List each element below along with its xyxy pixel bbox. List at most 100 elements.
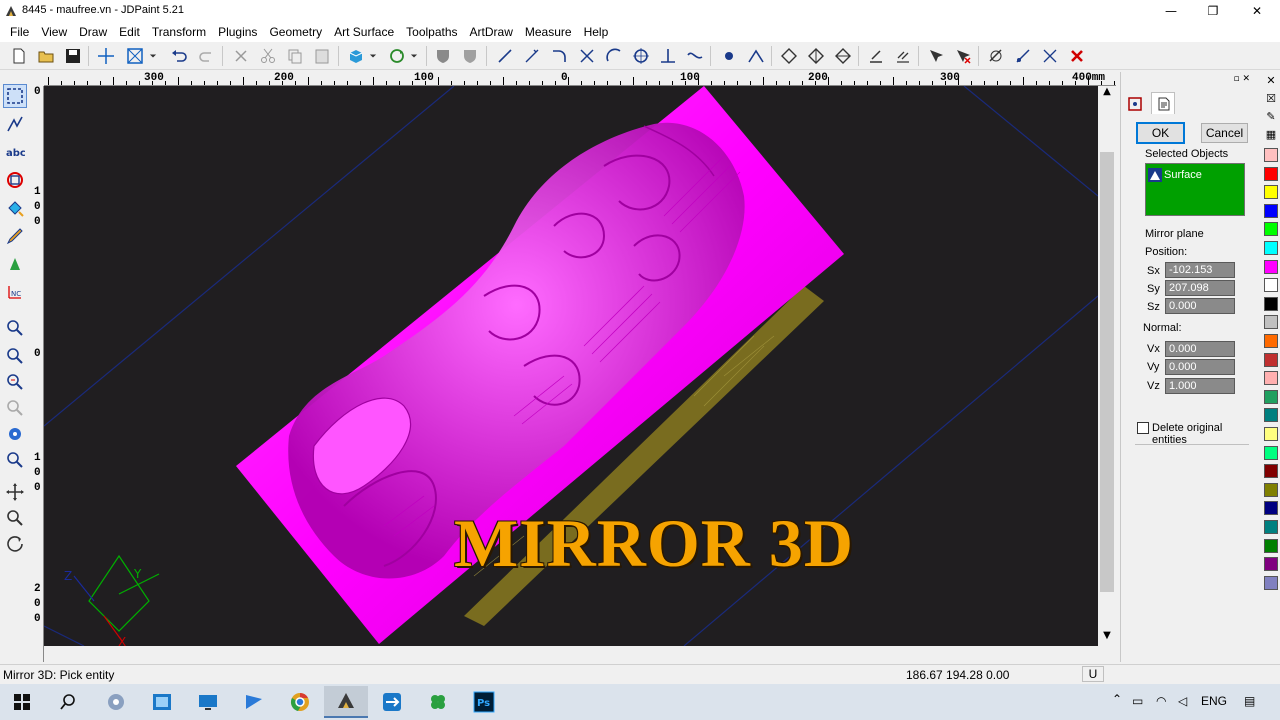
transform-c-icon[interactable] (832, 45, 854, 67)
select-tool-icon[interactable] (3, 84, 27, 108)
menu-measure[interactable]: Measure (519, 25, 578, 39)
zoom-all-icon[interactable] (3, 422, 27, 446)
sz-field[interactable]: 0.000 (1165, 298, 1235, 314)
photoshop-icon[interactable]: Ps (462, 686, 506, 718)
palette-swatch[interactable] (1264, 501, 1278, 516)
zoom-tool-icon[interactable] (3, 506, 27, 530)
selected-objects-list[interactable]: Surface (1145, 163, 1245, 216)
palette-close-box-icon[interactable]: ☒ (1264, 92, 1278, 106)
palette-swatch[interactable] (1264, 334, 1278, 348)
circle-tool-icon[interactable] (630, 45, 652, 67)
scale-3d-icon[interactable] (1012, 45, 1034, 67)
open-folder-icon[interactable] (35, 45, 57, 67)
menu-art-surface[interactable]: Art Surface (328, 25, 400, 39)
palette-swatch[interactable] (1264, 148, 1278, 162)
perpendicular-icon[interactable] (657, 45, 679, 67)
jdpaint-taskbar-icon[interactable] (324, 686, 368, 718)
panel-controls-icon[interactable]: ▫ ✕ (1233, 74, 1250, 84)
surface-tool-icon[interactable] (3, 252, 27, 276)
palette-settings-icon[interactable]: ▦ (1264, 128, 1278, 142)
palette-swatch[interactable] (1264, 408, 1278, 423)
new-file-icon[interactable] (8, 45, 30, 67)
vertical-scrollbar[interactable]: ▲ ▼ (1098, 86, 1116, 646)
palette-swatch[interactable] (1264, 185, 1278, 200)
menu-geometry[interactable]: Geometry (263, 25, 328, 39)
menu-toolpaths[interactable]: Toolpaths (400, 25, 463, 39)
zoom-previous-icon[interactable] (3, 448, 27, 472)
palette-swatch[interactable] (1264, 315, 1278, 330)
menu-transform[interactable]: Transform (146, 25, 212, 39)
palette-swatch[interactable] (1264, 427, 1278, 441)
volume-icon[interactable]: ◁ (1178, 694, 1187, 708)
menu-draw[interactable]: Draw (73, 25, 113, 39)
transform-a-icon[interactable] (778, 45, 800, 67)
menu-edit[interactable]: Edit (113, 25, 146, 39)
fill-tool-icon[interactable] (3, 196, 27, 220)
menu-help[interactable]: Help (578, 25, 615, 39)
maximize-button[interactable]: ❐ (1190, 0, 1236, 22)
palette-swatch[interactable] (1264, 482, 1278, 497)
palette-swatch[interactable] (1264, 296, 1278, 311)
fillet-tool-icon[interactable] (548, 45, 570, 67)
settings-app-icon[interactable] (94, 686, 138, 718)
scroll-up-icon[interactable]: ▲ (1100, 86, 1114, 100)
select-box-icon[interactable] (124, 45, 146, 67)
remote-desktop-icon[interactable] (186, 686, 230, 718)
vertex-snap-icon[interactable] (745, 45, 767, 67)
minimize-button[interactable]: — (1148, 0, 1194, 22)
cut-icon[interactable] (257, 45, 279, 67)
3d-view-icon[interactable] (345, 45, 367, 67)
vertical-scroll-thumb[interactable] (1100, 152, 1114, 592)
palette-swatch[interactable] (1264, 371, 1278, 386)
horizontal-scrollbar[interactable] (44, 646, 1098, 662)
zoom-out-icon[interactable] (3, 370, 27, 394)
sx-field[interactable]: -102.153 (1165, 262, 1235, 278)
file-manager-icon[interactable] (232, 686, 276, 718)
notifications-icon[interactable]: ▤ (1244, 694, 1255, 708)
clover-app-icon[interactable] (416, 686, 460, 718)
extend-tool-icon[interactable] (521, 45, 543, 67)
transform-b-icon[interactable] (805, 45, 827, 67)
palette-swatch[interactable] (1264, 557, 1278, 572)
line-tool-icon[interactable] (494, 45, 516, 67)
tray-chevron-icon[interactable]: ⌃ (1112, 692, 1122, 706)
trim-tool-icon[interactable] (576, 45, 598, 67)
node-snap-icon[interactable] (718, 45, 740, 67)
scroll-down-icon[interactable]: ▼ (1100, 630, 1114, 644)
palette-swatch[interactable] (1264, 520, 1278, 534)
crosshair-snap-icon[interactable] (95, 45, 117, 67)
menu-plugins[interactable]: Plugins (212, 25, 263, 39)
undo-icon[interactable] (168, 45, 190, 67)
curve-tool-icon[interactable] (684, 45, 706, 67)
palette-swatch[interactable] (1264, 389, 1278, 404)
polyline-tool-icon[interactable] (3, 112, 27, 136)
view-dropdown-icon[interactable] (366, 45, 380, 67)
delete-icon[interactable] (230, 45, 252, 67)
palette-swatch[interactable] (1264, 352, 1278, 367)
3d-viewport[interactable]: Y X Z MIRROR 3D (44, 86, 1098, 646)
pick-point-icon[interactable] (925, 45, 947, 67)
rotate-view-icon[interactable] (386, 45, 408, 67)
vy-field[interactable]: 0.000 (1165, 359, 1235, 375)
chevron-down-icon[interactable] (146, 45, 160, 67)
palette-swatch[interactable] (1264, 575, 1278, 590)
orbit-icon[interactable] (3, 532, 27, 556)
cancel-command-icon[interactable] (1066, 45, 1088, 67)
palette-swatch[interactable] (1264, 538, 1278, 553)
boolean-tool-icon[interactable] (3, 168, 27, 192)
palette-close-icon[interactable]: ✕ (1264, 74, 1278, 88)
pick-cancel-icon[interactable] (952, 45, 974, 67)
text-tool-icon[interactable]: abc (3, 140, 27, 164)
arc-tool-icon[interactable] (603, 45, 625, 67)
menu-file[interactable]: File (4, 25, 35, 39)
zoom-window-icon[interactable] (3, 316, 27, 340)
menu-view[interactable]: View (35, 25, 73, 39)
properties-tab-icon[interactable] (1151, 92, 1175, 114)
pan-icon[interactable] (3, 480, 27, 504)
menu-artdraw[interactable]: ArtDraw (464, 25, 519, 39)
sy-field[interactable]: 207.098 (1165, 280, 1235, 296)
wifi-icon[interactable]: ◠ (1156, 694, 1166, 708)
close-button[interactable]: ✕ (1234, 0, 1280, 22)
vz-field[interactable]: 1.000 (1165, 378, 1235, 394)
search-icon[interactable] (46, 686, 90, 718)
